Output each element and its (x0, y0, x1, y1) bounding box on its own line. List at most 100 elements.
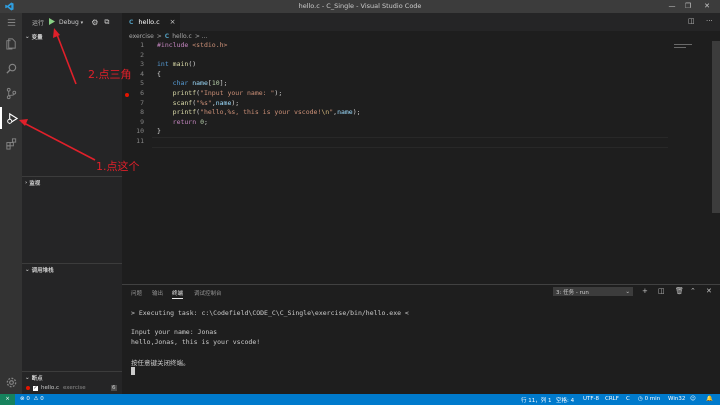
tab-output[interactable]: 输出 (152, 289, 163, 297)
window-title: hello.c - C_Single - Visual Studio Code (298, 2, 422, 10)
code-token: char (172, 79, 193, 88)
breadcrumb-tail[interactable]: > ... (195, 33, 208, 40)
line-number[interactable]: 9 (122, 118, 144, 126)
platform[interactable]: Win32 (668, 396, 685, 402)
code-token: printf (172, 89, 197, 97)
minimize-button[interactable]: — (665, 1, 679, 12)
tab-debug-console[interactable]: 调试控制台 (194, 289, 222, 297)
code-editor[interactable]: 1 #include <stdio.h> 2 3 int main() 4{5 char … (122, 41, 720, 284)
tab-problems[interactable]: 问题 (131, 289, 142, 297)
maximize-button[interactable]: ❐ (681, 1, 695, 12)
chevron-down-icon: ⌄ (625, 288, 630, 295)
line-number[interactable]: 8 (122, 108, 144, 116)
code-line[interactable]: 2 (122, 51, 682, 61)
split-editor-icon[interactable]: ◫ (688, 17, 695, 25)
cursor-position[interactable]: 行 11，列 1 (521, 396, 552, 404)
warning-count: 0 (40, 396, 44, 402)
close-window-button[interactable]: ✕ (700, 1, 714, 12)
breakpoints-title: 断点 (31, 375, 43, 382)
encoding[interactable]: UTF-8 (583, 396, 599, 402)
vertical-scrollbar[interactable] (712, 41, 720, 213)
language-mode[interactable]: C (626, 396, 630, 402)
line-number[interactable]: 11 (122, 137, 144, 145)
problems-indicator[interactable]: ⊗ 0 ⚠ 0 (20, 396, 44, 402)
breakpoint-item[interactable]: ✓ hello.c exercise 6 (22, 383, 122, 393)
search-button[interactable] (0, 57, 22, 79)
add-terminal-icon[interactable]: + (642, 287, 648, 295)
time-tracker[interactable]: ◷ 0 min (638, 396, 660, 402)
time-value: 0 min (644, 396, 661, 402)
remote-indicator-icon[interactable]: ⨯ (0, 394, 15, 405)
line-number[interactable]: 2 (122, 51, 144, 59)
code-line[interactable]: 3 int main() (122, 60, 682, 70)
code-line[interactable]: 10} (122, 127, 682, 137)
call-stack-section-header[interactable]: ⌄ 调用堆栈 (22, 264, 122, 275)
breakpoint-file: hello.c (41, 385, 59, 391)
breadcrumb-file[interactable]: hello.c (172, 33, 192, 40)
maximize-panel-icon[interactable]: ⌃ (690, 287, 696, 295)
code-token: "%s" (196, 98, 212, 107)
line-source: #include <stdio.h> (157, 41, 227, 49)
extensions-button[interactable] (0, 132, 22, 154)
c-file-icon: C (164, 32, 170, 40)
code-line[interactable]: 8 printf("hello,%s, this is your vscode!… (122, 108, 682, 118)
line-number[interactable]: 6 (122, 89, 144, 97)
gear-icon[interactable]: ⚙ (91, 18, 98, 27)
breadcrumb-folder[interactable]: exercise (129, 33, 154, 40)
code-line[interactable]: 5 char name[10]; (122, 79, 682, 89)
close-icon[interactable]: × (170, 18, 176, 26)
debug-config-select[interactable]: Debug ▾ (59, 19, 83, 26)
breakpoints-section-header[interactable]: ⌄ 断点 (22, 372, 122, 383)
code-line[interactable]: 4{ (122, 70, 682, 80)
terminal-select[interactable]: 3: 任务 - run ⌄ (553, 287, 633, 296)
chevron-down-icon: ⌄ (25, 374, 30, 381)
code-token: name (215, 98, 232, 107)
start-debugging-button[interactable] (49, 17, 56, 27)
run-debug-icon (6, 112, 18, 124)
code-token: ; (203, 117, 208, 126)
title-bar: hello.c - C_Single - Visual Studio Code … (0, 0, 720, 13)
split-terminal-icon[interactable]: ◫ (658, 287, 665, 295)
code-token: ]; (219, 79, 228, 88)
kill-terminal-icon[interactable]: 🗑 (675, 287, 684, 295)
line-number[interactable]: 7 (122, 99, 144, 107)
code-line[interactable]: 7 scanf("%s",name); (122, 99, 682, 109)
tab-hello-c[interactable]: C hello.c × (122, 13, 180, 31)
code-line[interactable]: 9 return 0; (122, 118, 682, 128)
line-source: printf("hello,%s, this is your vscode!\n… (157, 108, 361, 116)
activity-bar (0, 13, 22, 394)
tab-terminal[interactable]: 终端 (172, 289, 184, 299)
code-line[interactable]: 6 printf("Input your name: "); (122, 89, 682, 99)
code-token: printf (172, 108, 197, 117)
code-line[interactable]: 11 (122, 137, 682, 147)
breadcrumb: exercise > C hello.c > ... (122, 31, 720, 41)
close-panel-icon[interactable]: ✕ (706, 287, 712, 295)
manage-button[interactable] (0, 371, 22, 393)
warning-icon: ⚠ (33, 396, 39, 402)
indentation[interactable]: 空格: 4 (556, 396, 574, 404)
line-ending[interactable]: CRLF (605, 396, 619, 402)
line-number[interactable]: 1 (122, 41, 144, 49)
code-line[interactable]: 1 #include <stdio.h> (122, 41, 682, 51)
code-token: name (337, 108, 353, 117)
notifications-icon[interactable]: 🔔 (706, 396, 713, 402)
chevron-right-icon: › (25, 179, 28, 186)
run-title: 运行 (32, 19, 45, 27)
variables-section-header[interactable]: ⌄ 变量 (22, 31, 122, 42)
explorer-button[interactable] (0, 32, 22, 54)
menu-button[interactable] (0, 13, 22, 31)
run-debug-button[interactable] (0, 107, 22, 129)
source-control-button[interactable] (0, 82, 22, 104)
breakpoint-checkbox[interactable]: ✓ (33, 385, 38, 391)
feedback-icon[interactable]: ☺ (690, 396, 696, 402)
debug-console-icon[interactable]: ⧉ (104, 18, 109, 27)
code-token: <stdio.h> (192, 41, 228, 49)
line-number[interactable]: 10 (122, 127, 144, 135)
more-actions-icon[interactable]: ··· (706, 17, 713, 25)
watch-section-header[interactable]: › 监视 (22, 177, 122, 188)
line-source: scanf("%s",name); (157, 98, 240, 107)
